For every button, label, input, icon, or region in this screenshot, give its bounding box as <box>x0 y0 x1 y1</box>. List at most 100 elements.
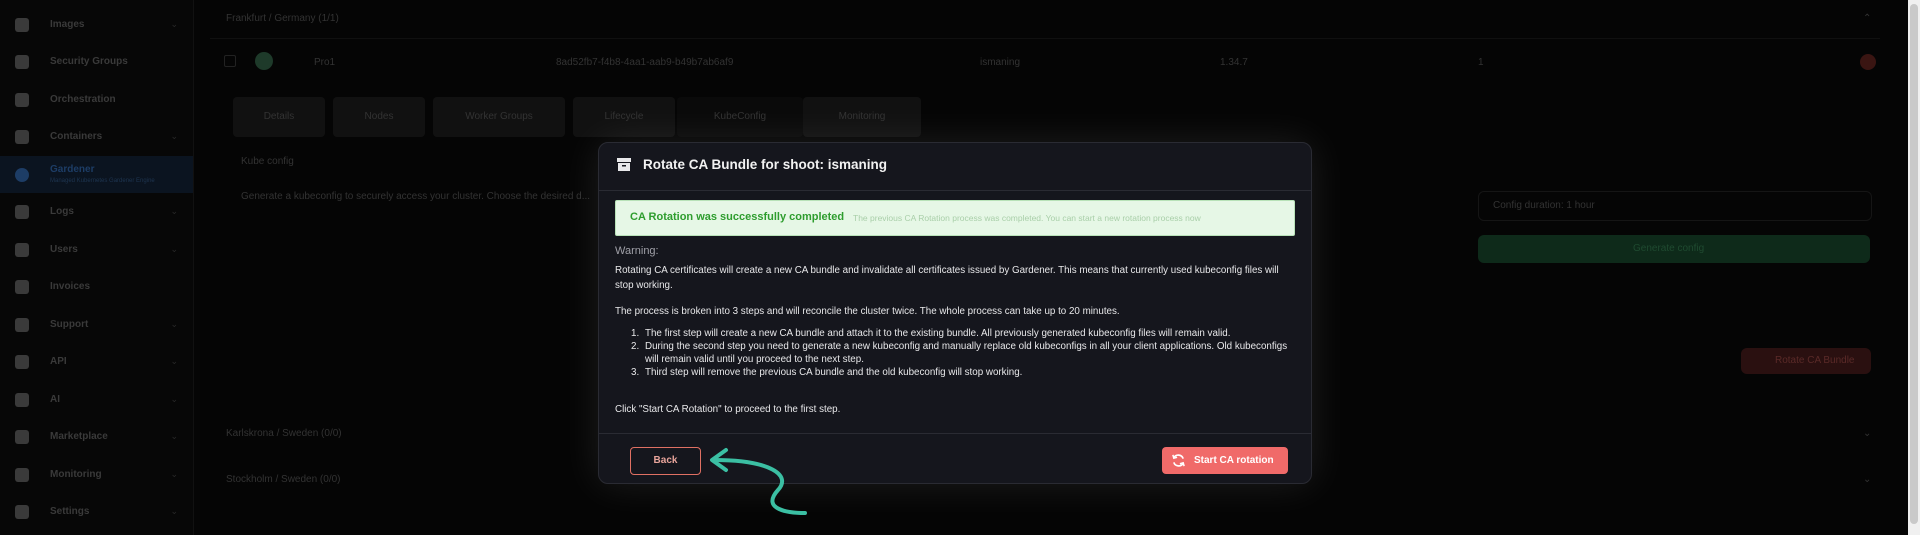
sidebar-item-images[interactable]: Images ⌄ <box>0 6 193 43</box>
cluster-count: 1 <box>1478 57 1484 68</box>
back-button[interactable]: Back <box>630 447 701 475</box>
refresh-icon <box>1172 454 1185 467</box>
sidebar-item-label: Containers <box>50 131 103 142</box>
divider <box>599 433 1311 434</box>
chevron-down-icon: ⌄ <box>170 469 178 479</box>
ai-icon <box>15 392 29 407</box>
config-duration-select[interactable]: Config duration: 1 hour <box>1478 191 1872 221</box>
cluster-status-icon <box>255 52 273 70</box>
images-icon <box>15 17 29 32</box>
archive-icon <box>617 158 631 171</box>
success-alert: CA Rotation was successfully completed T… <box>615 200 1295 236</box>
chevron-down-icon: ⌄ <box>170 244 178 254</box>
tab-details[interactable]: Details <box>233 97 325 137</box>
sidebar-item-security-groups[interactable]: Security Groups <box>0 43 193 80</box>
start-ca-rotation-button[interactable]: Start CA rotation <box>1162 447 1288 474</box>
cluster-shoot: ismaning <box>980 57 1021 68</box>
alert-title: CA Rotation was successfully completed <box>630 211 845 223</box>
sidebar-item-logs[interactable]: Logs ⌄ <box>0 193 193 230</box>
sidebar-item-label: Security Groups <box>50 56 128 67</box>
region-frankfurt[interactable]: Frankfurt / Germany (1/1) <box>226 13 339 24</box>
sidebar-item-label: Images <box>50 19 85 30</box>
sidebar-item-containers[interactable]: Containers ⌄ <box>0 118 193 155</box>
tab-label: Worker Groups <box>465 111 533 122</box>
rotate-ca-bundle-button[interactable]: Rotate CA Bundle <box>1741 348 1871 374</box>
sidebar-item-label: Users <box>50 244 78 255</box>
chevron-up-icon[interactable]: ⌃ <box>1863 13 1871 24</box>
sidebar-item-label: Invoices <box>50 281 91 292</box>
rotate-ca-modal: Rotate CA Bundle for shoot: ismaning CA … <box>598 142 1312 484</box>
support-icon <box>15 317 29 332</box>
sidebar-item-settings[interactable]: Settings ⌄ <box>0 493 193 530</box>
kube-config-label: Kube config <box>241 156 294 167</box>
tab-worker-groups[interactable]: Worker Groups <box>433 97 565 137</box>
shield-icon <box>15 54 29 69</box>
sidebar-item-label: Support <box>50 319 89 330</box>
sidebar-item-users[interactable]: Users ⌄ <box>0 231 193 268</box>
delete-icon[interactable] <box>1860 54 1876 70</box>
tab-kubeconfig[interactable]: KubeConfig <box>677 97 803 137</box>
generate-config-button[interactable]: Generate config <box>1478 235 1870 263</box>
sidebar-item-marketplace[interactable]: Marketplace ⌄ <box>0 418 193 455</box>
button-label: Rotate CA Bundle <box>1775 355 1855 366</box>
sidebar-item-label: Gardener <box>50 164 95 175</box>
chevron-down-icon: ⌄ <box>170 206 178 216</box>
sidebar-item-label: Logs <box>50 206 74 217</box>
tab-label: Nodes <box>364 111 394 122</box>
alert-text: The previous CA Rotation process was com… <box>853 213 1201 223</box>
modal-header: Rotate CA Bundle for shoot: ismaning <box>599 143 1311 191</box>
chart-icon <box>15 467 29 482</box>
list-number: 2. <box>631 341 640 352</box>
chevron-down-icon[interactable]: ⌄ <box>1863 428 1871 439</box>
tab-label: Monitoring <box>838 111 886 122</box>
chevron-down-icon: ⌄ <box>170 431 178 441</box>
region-stockholm[interactable]: Stockholm / Sweden (0/0) <box>226 474 341 485</box>
region-karlskrona[interactable]: Karlskrona / Sweden (0/0) <box>226 428 342 439</box>
sidebar-item-orchestration[interactable]: Orchestration <box>0 81 193 118</box>
button-label: Generate config <box>1633 243 1705 254</box>
sidebar-item-ai[interactable]: AI ⌄ <box>0 381 193 418</box>
orchestration-icon <box>15 92 29 107</box>
list-number: 1. <box>631 328 640 339</box>
chevron-down-icon: ⌄ <box>170 19 178 29</box>
list-number: 3. <box>631 367 640 378</box>
tab-label: KubeConfig <box>713 111 767 122</box>
invoice-icon <box>15 279 29 294</box>
sidebar-item-monitoring[interactable]: Monitoring ⌄ <box>0 456 193 493</box>
tab-lifecycle[interactable]: Lifecycle <box>573 97 675 137</box>
sidebar-item-label: Monitoring <box>50 469 102 480</box>
kube-description: Generate a kubeconfig to securely access… <box>241 191 591 202</box>
sidebar: Images ⌄ Security Groups Orchestration Co… <box>0 0 194 535</box>
sidebar-item-invoices[interactable]: Invoices <box>0 268 193 305</box>
list-item: 3. Third step will remove the previous C… <box>631 366 1295 379</box>
sidebar-item-gardener[interactable]: Gardener Managed Kubernetes Gardener Engi… <box>0 156 193 193</box>
button-label: Start CA rotation <box>1194 455 1274 466</box>
gardener-icon <box>15 167 29 182</box>
list-item: 1. The first step will create a new CA b… <box>631 327 1295 340</box>
tab-monitoring[interactable]: Monitoring <box>803 97 921 137</box>
sidebar-item-label: Settings <box>50 506 90 517</box>
row-checkbox[interactable] <box>224 55 236 67</box>
sidebar-item-label: Marketplace <box>50 431 108 442</box>
sidebar-item-support[interactable]: Support ⌄ <box>0 306 193 343</box>
list-text: During the second step you need to gener… <box>645 341 1288 365</box>
user-icon <box>15 242 29 257</box>
tab-label: Lifecycle <box>604 111 644 122</box>
sidebar-item-api[interactable]: API ⌄ <box>0 343 193 380</box>
sidebar-item-label: AI <box>50 394 60 405</box>
chevron-down-icon: ⌄ <box>170 394 178 404</box>
tab-label: Details <box>263 111 295 122</box>
tab-nodes[interactable]: Nodes <box>333 97 425 137</box>
scrollbar[interactable] <box>1908 0 1920 535</box>
instruction-paragraph: Click "Start CA Rotation" to proceed to … <box>615 404 841 415</box>
warning-heading: Warning: <box>615 245 659 257</box>
cart-icon <box>15 429 29 444</box>
scrollbar-thumb[interactable] <box>1910 4 1918 524</box>
chevron-down-icon: ⌄ <box>170 356 178 366</box>
chevron-down-icon[interactable]: ⌄ <box>1863 474 1871 485</box>
gear-icon <box>15 504 29 519</box>
sidebar-item-label: Orchestration <box>50 94 116 105</box>
cluster-version: 1.34.7 <box>1220 57 1248 68</box>
select-value: Config duration: 1 hour <box>1493 200 1595 211</box>
modal-title: Rotate CA Bundle for shoot: ismaning <box>643 157 887 172</box>
